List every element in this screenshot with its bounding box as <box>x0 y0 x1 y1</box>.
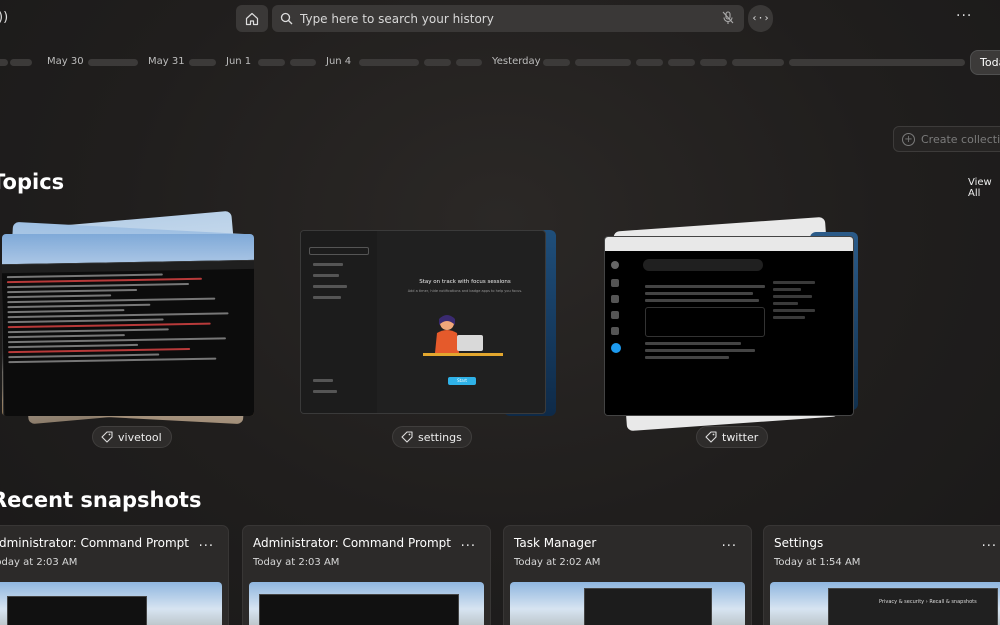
topics-heading: Topics <box>0 170 65 194</box>
tag-icon <box>101 431 113 443</box>
timeline-segment[interactable] <box>575 59 631 66</box>
timeline-segment[interactable] <box>424 59 451 66</box>
home-button[interactable] <box>236 5 268 32</box>
timeline-segment[interactable] <box>88 59 138 66</box>
snapshot-time: Today at 2:03 AM <box>0 557 78 568</box>
create-collection-button[interactable]: + Create collection <box>893 126 1000 152</box>
timeline-today-button[interactable]: Today <box>970 50 1000 75</box>
timeline-segment[interactable] <box>258 59 285 66</box>
topic-tag-vivetool[interactable]: vivetool <box>92 426 172 448</box>
code-toggle-button[interactable]: ‹·› <box>748 5 773 32</box>
snapshot-thumbnail: Privacy & security › Recall & snapshots <box>770 582 1000 625</box>
timeline-label-may31[interactable]: May 31 <box>148 56 185 67</box>
view-all-link[interactable]: View All <box>968 177 1000 199</box>
timeline-segment[interactable] <box>668 59 695 66</box>
focus-body: Add a timer, hide notifications and badg… <box>407 289 523 293</box>
snapshot-title: Administrator: Command Prompt <box>0 536 189 550</box>
tag-icon <box>401 431 413 443</box>
snapshot-title: Task Manager <box>514 536 597 550</box>
today-label: Today <box>980 56 1000 69</box>
settings-preview: Stay on track with focus sessions Add a … <box>300 230 546 414</box>
focus-person-illustration <box>423 315 503 356</box>
topic-tag-label: vivetool <box>118 430 162 444</box>
topic-tag-label: twitter <box>722 430 759 444</box>
timeline-segment[interactable] <box>10 59 32 66</box>
topic-tag-settings[interactable]: settings <box>392 426 472 448</box>
timeline-label-jun4[interactable]: Jun 4 <box>326 56 351 67</box>
snapshot-time: Today at 1:54 AM <box>774 557 861 568</box>
snapshot-card[interactable]: Settings Today at 1:54 AM ··· Privacy & … <box>763 525 1000 625</box>
vivetool-preview <box>2 234 254 416</box>
search-input[interactable] <box>300 11 710 26</box>
snapshot-title: Settings <box>774 536 824 550</box>
timeline-segment[interactable] <box>789 59 965 66</box>
focus-start-button: Start <box>448 377 476 385</box>
create-collection-label: Create collection <box>921 132 1000 146</box>
snapshot-more-button[interactable]: ··· <box>722 539 737 554</box>
snapshot-thumbnail <box>510 582 745 625</box>
timeline-segment[interactable] <box>543 59 570 66</box>
timeline[interactable]: May 30 May 31 Jun 1 Jun 4 Yesterday <box>0 56 1000 70</box>
timeline-segment[interactable] <box>359 59 419 66</box>
snapshot-time: Today at 2:03 AM <box>253 557 340 568</box>
search-box[interactable] <box>272 5 744 32</box>
topic-card-vivetool[interactable] <box>0 210 270 427</box>
topic-tag-label: settings <box>418 430 462 444</box>
timeline-label-may30[interactable]: May 30 <box>47 56 84 67</box>
topic-card-twitter[interactable] <box>600 216 870 432</box>
recent-snapshots-heading: Recent snapshots <box>0 488 202 512</box>
snapshot-time: Today at 2:02 AM <box>514 557 601 568</box>
mic-off-icon[interactable] <box>722 11 734 25</box>
snapshot-title: Administrator: Command Prompt <box>253 536 451 550</box>
twitter-preview <box>604 236 854 416</box>
search-icon <box>280 12 293 25</box>
tag-icon <box>705 431 717 443</box>
focus-heading: Stay on track with focus sessions <box>419 279 511 285</box>
timeline-segment[interactable] <box>290 59 316 66</box>
home-icon <box>245 12 259 25</box>
timeline-segment[interactable] <box>732 59 784 66</box>
timeline-label-yesterday[interactable]: Yesterday <box>492 56 541 67</box>
timeline-segment[interactable] <box>0 59 8 66</box>
snapshot-more-button[interactable]: ··· <box>461 539 476 554</box>
timeline-segment[interactable] <box>636 59 663 66</box>
code-icon: ‹·› <box>751 13 770 24</box>
topic-tag-twitter[interactable]: twitter <box>696 426 769 448</box>
app-icon: )) <box>0 10 9 25</box>
plus-icon: + <box>902 132 915 146</box>
settings-thumb-label: Privacy & security › Recall & snapshots <box>879 599 977 605</box>
snapshot-more-button[interactable]: ··· <box>982 539 997 554</box>
snapshot-card[interactable]: Task Manager Today at 2:02 AM ··· <box>503 525 752 625</box>
timeline-segment[interactable] <box>456 59 482 66</box>
snapshot-card[interactable]: Administrator: Command Prompt Today at 2… <box>0 525 229 625</box>
timeline-label-jun1[interactable]: Jun 1 <box>226 56 251 67</box>
timeline-segment[interactable] <box>189 59 216 66</box>
timeline-segment[interactable] <box>700 59 727 66</box>
snapshot-thumbnail <box>249 582 484 625</box>
snapshot-thumbnail <box>0 582 222 625</box>
topic-card-settings[interactable]: Stay on track with focus sessions Add a … <box>298 224 560 424</box>
more-options-button[interactable]: ··· <box>956 8 972 24</box>
snapshot-more-button[interactable]: ··· <box>199 539 214 554</box>
snapshot-card[interactable]: Administrator: Command Prompt Today at 2… <box>242 525 491 625</box>
